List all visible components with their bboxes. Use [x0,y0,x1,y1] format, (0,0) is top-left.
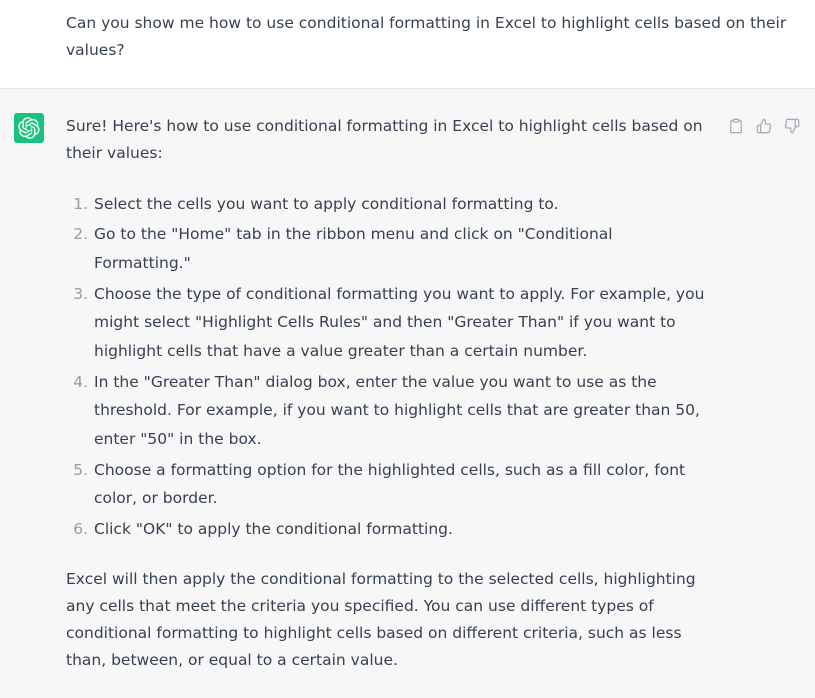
step-item: Choose the type of conditional formattin… [90,280,709,366]
copy-button[interactable] [727,117,745,135]
assistant-steps: Select the cells you want to apply condi… [66,190,709,544]
action-buttons [727,117,801,135]
assistant-message-content: Sure! Here's how to use conditional form… [66,113,719,674]
step-item: Go to the "Home" tab in the ribbon menu … [90,220,709,277]
step-item: Click "OK" to apply the conditional form… [90,515,709,544]
thumbs-up-icon [756,118,772,134]
clipboard-icon [728,118,744,134]
assistant-message-inner: Sure! Here's how to use conditional form… [0,113,815,674]
step-item: Select the cells you want to apply condi… [90,190,709,219]
step-item: In the "Greater Than" dialog box, enter … [90,368,709,454]
assistant-avatar [14,113,44,143]
assistant-outro: Excel will then apply the conditional fo… [66,566,709,675]
thumbs-down-button[interactable] [783,117,801,135]
openai-icon [18,117,40,139]
user-message: Can you show me how to use conditional f… [0,0,815,89]
assistant-intro: Sure! Here's how to use conditional form… [66,113,709,167]
thumbs-down-icon [784,118,800,134]
user-avatar [14,10,44,40]
user-message-inner: Can you show me how to use conditional f… [0,10,815,64]
step-item: Choose a formatting option for the highl… [90,456,709,513]
assistant-message: Sure! Here's how to use conditional form… [0,89,815,698]
thumbs-up-button[interactable] [755,117,773,135]
user-message-text: Can you show me how to use conditional f… [66,10,801,64]
